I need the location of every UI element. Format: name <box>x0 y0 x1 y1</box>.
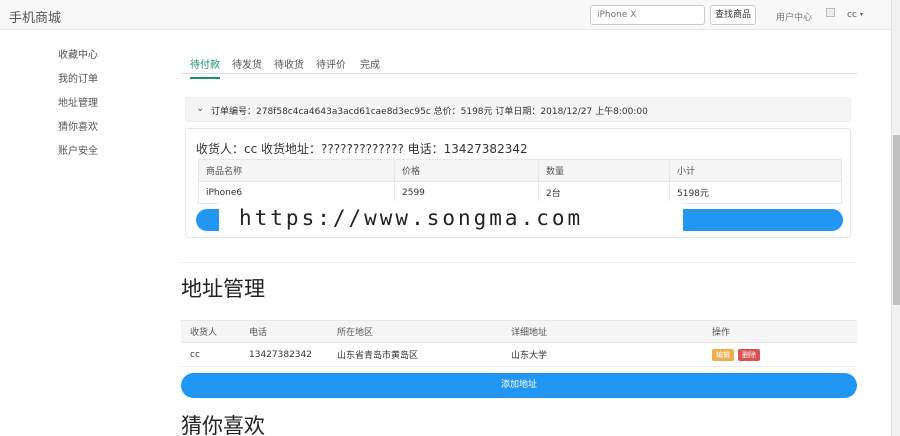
table-header-row: 收货人 电话 所在地区 详细地址 操作 <box>181 320 857 343</box>
tab-pending-payment[interactable]: 待付款 <box>190 56 220 79</box>
address-phone: 13427382342 <box>240 342 328 367</box>
tab-pending-shipment[interactable]: 待发货 <box>232 56 262 71</box>
column-header: 小计 <box>669 159 842 182</box>
chevron-down-icon[interactable]: ⌄ <box>196 103 204 114</box>
column-header: 操作 <box>703 320 857 343</box>
address-section-title: 地址管理 <box>181 277 265 301</box>
add-address-button[interactable]: 添加地址 <box>181 373 857 398</box>
search-button[interactable]: 查找商品 <box>710 5 756 25</box>
recommend-section-title: 猜你喜欢 <box>181 414 265 436</box>
scrollbar[interactable] <box>891 0 900 436</box>
address-table: 收货人 电话 所在地区 详细地址 操作 cc 13427382342 山东省青岛… <box>181 320 857 367</box>
sidebar-item-orders[interactable]: 我的订单 <box>58 70 98 85</box>
column-header: 价格 <box>394 159 539 182</box>
tab-pending-review[interactable]: 待评价 <box>316 56 346 71</box>
sidebar-item-address[interactable]: 地址管理 <box>58 94 98 109</box>
user-center-link[interactable]: 用户中心 <box>776 10 812 23</box>
scrollbar-thumb[interactable] <box>893 135 900 305</box>
chevron-down-icon[interactable]: ▾ <box>860 11 863 18</box>
product-subtotal: 5198元 <box>669 181 842 204</box>
brand-title[interactable]: 手机商城 <box>9 7 61 26</box>
column-header: 数量 <box>538 159 670 182</box>
delete-button[interactable]: 删除 <box>738 348 760 361</box>
order-panel-header[interactable]: ⌄ 订单编号：278f58c4ca4643a3acd61cae8d3ec95c … <box>185 97 851 122</box>
column-header: 详细地址 <box>502 320 703 343</box>
column-header: 收货人 <box>181 320 240 343</box>
column-header: 商品名称 <box>198 159 395 182</box>
sidebar-item-favorites[interactable]: 收藏中心 <box>58 46 98 61</box>
tab-pending-receipt[interactable]: 待收货 <box>274 56 304 71</box>
order-items-table: 商品名称 价格 数量 小计 iPhone6 2599 2台 5198元 <box>198 159 842 204</box>
column-header: 电话 <box>240 320 328 343</box>
sidebar-item-recommend[interactable]: 猜你喜欢 <box>58 118 98 133</box>
order-panel-body: 收货人：cc 收货地址：????????????? 电话：13427382342… <box>185 128 851 238</box>
column-header: 所在地区 <box>328 320 502 343</box>
order-tabs: 待付款 待发货 待收货 待评价 完成 <box>181 52 857 79</box>
tab-completed[interactable]: 完成 <box>360 56 380 71</box>
username-dropdown[interactable]: cc <box>847 10 857 20</box>
table-row: cc 13427382342 山东省青岛市黄岛区 山东大学 编辑 删除 <box>181 342 857 367</box>
section-divider <box>181 262 857 263</box>
avatar-icon[interactable] <box>826 8 835 17</box>
table-header-row: 商品名称 价格 数量 小计 <box>198 159 842 182</box>
top-navbar: 手机商城 查找商品 用户中心 cc ▾ <box>0 0 891 30</box>
edit-button[interactable]: 编辑 <box>712 348 734 361</box>
receiver-info: 收货人：cc 收货地址：????????????? 电话：13427382342 <box>196 142 528 156</box>
address-actions: 编辑 删除 <box>703 342 857 367</box>
address-name: cc <box>181 342 240 367</box>
watermark-text: https://www.songma.com <box>219 201 683 235</box>
sidebar: 收藏中心 我的订单 地址管理 猜你喜欢 账户安全 <box>58 46 98 166</box>
order-summary: 订单编号：278f58c4ca4643a3acd61cae8d3ec95c 总价… <box>211 107 648 117</box>
address-detail: 山东大学 <box>502 342 703 367</box>
sidebar-item-security[interactable]: 账户安全 <box>58 142 98 157</box>
search-input[interactable] <box>590 5 705 25</box>
address-region: 山东省青岛市黄岛区 <box>328 342 502 367</box>
